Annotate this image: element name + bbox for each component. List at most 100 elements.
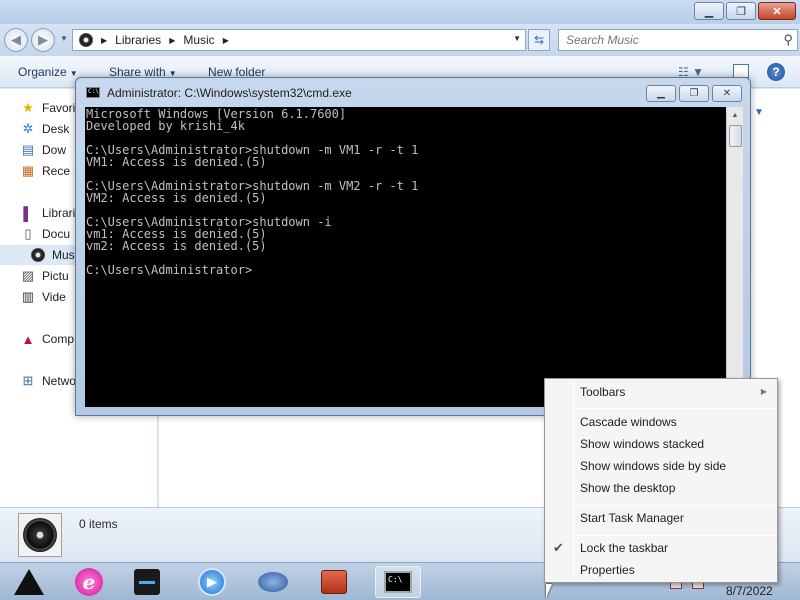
menu-separator — [577, 505, 775, 506]
desktop-icon: ✲ — [22, 121, 34, 136]
minimize-button[interactable]: ▁ — [694, 2, 724, 20]
menu-item-stacked[interactable]: Show windows stacked — [580, 437, 704, 451]
cmd-minimize-button[interactable]: ▁ — [646, 85, 676, 102]
nav-documents[interactable]: ▯ Docu — [20, 224, 70, 244]
arrange-by-dropdown-icon[interactable]: ▼ — [754, 107, 764, 118]
explorer-icon — [134, 569, 160, 595]
explorer-window-buttons: ▁ ❐ ✕ — [694, 2, 796, 20]
nav-network[interactable]: ⊞ Netwo — [20, 371, 76, 391]
search-box[interactable]: ⚲ — [558, 29, 798, 51]
console-output[interactable]: Microsoft Windows [Version 6.1.7600] Deve… — [85, 107, 726, 407]
nav-computer[interactable]: ▲ Comp — [20, 329, 74, 349]
scroll-up-icon[interactable]: ▲ — [727, 107, 743, 123]
breadcrumb-separator-icon[interactable]: ▶ — [101, 36, 107, 45]
nav-pictures-label: Pictu — [42, 269, 69, 283]
address-bar[interactable]: ▶ Libraries ▶ Music ▶ ▼ — [72, 29, 526, 51]
cmd-maximize-button[interactable]: ❐ — [679, 85, 709, 102]
breadcrumb-libraries[interactable]: Libraries — [115, 33, 161, 47]
menu-separator — [577, 535, 775, 536]
search-icon[interactable]: ⚲ — [783, 32, 793, 48]
organize-label: Organize — [18, 65, 67, 79]
nav-documents-label: Docu — [42, 227, 71, 241]
taskbar-network-tool[interactable] — [250, 566, 296, 598]
nav-libraries-label: Librari — [42, 206, 76, 220]
nav-pictures[interactable]: ▨ Pictu — [20, 266, 69, 286]
preview-pane-icon[interactable] — [733, 64, 749, 78]
cmd-app-icon[interactable]: C:\ — [86, 87, 100, 98]
documents-icon: ▯ — [24, 226, 32, 241]
music-library-icon — [79, 33, 93, 47]
cmd-close-button[interactable]: ✕ — [712, 85, 742, 102]
submenu-arrow-icon: ▶ — [760, 387, 767, 396]
nav-network-label: Netwo — [42, 374, 77, 388]
chevron-down-icon: ▼ — [69, 69, 78, 78]
scroll-thumb[interactable] — [729, 125, 742, 147]
taskbar-toolbox[interactable] — [311, 566, 357, 598]
checkmark-icon: ✔ — [553, 540, 564, 555]
maximize-button[interactable]: ❐ — [726, 2, 756, 20]
taskbar-context-menu: Toolbars ▶ Cascade windows Show windows … — [544, 378, 778, 583]
breadcrumb-music[interactable]: Music — [183, 33, 214, 47]
start-button[interactable] — [6, 566, 52, 598]
recent-places-icon: ▦ — [21, 163, 35, 178]
nav-favorites-label: Favorit — [42, 101, 79, 115]
menu-item-task-manager[interactable]: Start Task Manager — [580, 511, 684, 525]
internet-explorer-icon: e — [75, 568, 103, 596]
console-scrollbar[interactable]: ▲ — [726, 107, 743, 407]
music-disc-icon — [31, 248, 45, 262]
close-button[interactable]: ✕ — [758, 2, 796, 20]
computer-icon: ▲ — [21, 331, 35, 347]
address-history-dropdown[interactable]: ▼ — [513, 34, 521, 43]
console-line: C:\Users\Administrator> — [86, 263, 253, 277]
console-line: VM2: Access is denied.(5) — [86, 191, 267, 205]
help-icon[interactable]: ? — [767, 63, 785, 81]
menu-item-show-desktop[interactable]: Show the desktop — [580, 481, 675, 495]
taskbar-internet-explorer[interactable]: e — [66, 566, 112, 598]
search-input[interactable] — [566, 33, 771, 47]
nav-favorites[interactable]: ★ Favorit — [20, 98, 79, 118]
music-library-thumbnail — [18, 513, 62, 557]
taskbar-command-prompt[interactable]: C:\ — [375, 566, 421, 598]
taskbar-explorer[interactable] — [124, 566, 170, 598]
nav-libraries[interactable]: ▌ Librari — [20, 203, 75, 223]
cmd-window[interactable]: C:\ Administrator: C:\Windows\system32\c… — [75, 77, 751, 416]
back-button[interactable]: ◀ — [4, 28, 28, 52]
nav-computer-label: Comp — [42, 332, 75, 346]
nav-desktop[interactable]: ✲ Desk — [20, 119, 70, 139]
nav-desktop-label: Desk — [42, 122, 70, 136]
start-logo-icon — [14, 569, 44, 595]
refresh-button[interactable]: ⇆ — [528, 29, 550, 51]
forward-button[interactable]: ▶ — [31, 28, 55, 52]
nav-recent-label: Rece — [42, 164, 71, 178]
music-icon — [30, 247, 46, 263]
taskbar-media-player[interactable]: ▶ — [189, 566, 235, 598]
forward-arrow-icon: ▶ — [38, 32, 48, 47]
menu-item-toolbars[interactable]: Toolbars — [580, 385, 770, 399]
clock-date[interactable]: 8/7/2022 — [726, 584, 773, 598]
menu-item-side-by-side[interactable]: Show windows side by side — [580, 459, 726, 473]
menu-item-lock-taskbar[interactable]: Lock the taskbar — [580, 541, 668, 555]
nav-downloads-label: Dow — [42, 143, 67, 157]
nav-videos[interactable]: ▥ Vide — [20, 287, 66, 307]
videos-icon: ▥ — [21, 289, 35, 304]
toolbars-label: Toolbars — [580, 385, 626, 399]
explorer-titlebar: ▁ ❐ ✕ — [0, 0, 800, 24]
breadcrumb-separator-icon[interactable]: ▶ — [223, 36, 229, 45]
cmd-titlebar[interactable]: C:\ Administrator: C:\Windows\system32\c… — [76, 78, 750, 106]
nav-recent[interactable]: ▦ Rece — [20, 161, 70, 181]
menu-item-cascade[interactable]: Cascade windows — [580, 415, 677, 429]
cmd-window-buttons: ▁ ❐ ✕ — [646, 85, 742, 102]
media-player-icon: ▶ — [198, 568, 226, 596]
star-icon: ★ — [22, 100, 34, 115]
address-bar-row: ◀ ▶ ▼ ▶ Libraries ▶ Music ▶ ▼ ⇆ ⚲ — [0, 24, 800, 56]
menu-icon-gutter — [573, 381, 574, 580]
breadcrumb-separator-icon[interactable]: ▶ — [169, 36, 175, 45]
nav-downloads[interactable]: ▤ Dow — [20, 140, 66, 160]
console-line: Developed by krishi_4k — [86, 119, 245, 133]
menu-item-properties[interactable]: Properties — [580, 563, 635, 577]
cmd-window-title: Administrator: C:\Windows\system32\cmd.e… — [107, 86, 352, 100]
recent-pages-dropdown[interactable]: ▼ — [60, 34, 68, 43]
item-count: 0 items — [79, 517, 118, 531]
organize-menu[interactable]: Organize ▼ — [18, 65, 78, 79]
nav-music-label: Mus — [52, 248, 75, 262]
